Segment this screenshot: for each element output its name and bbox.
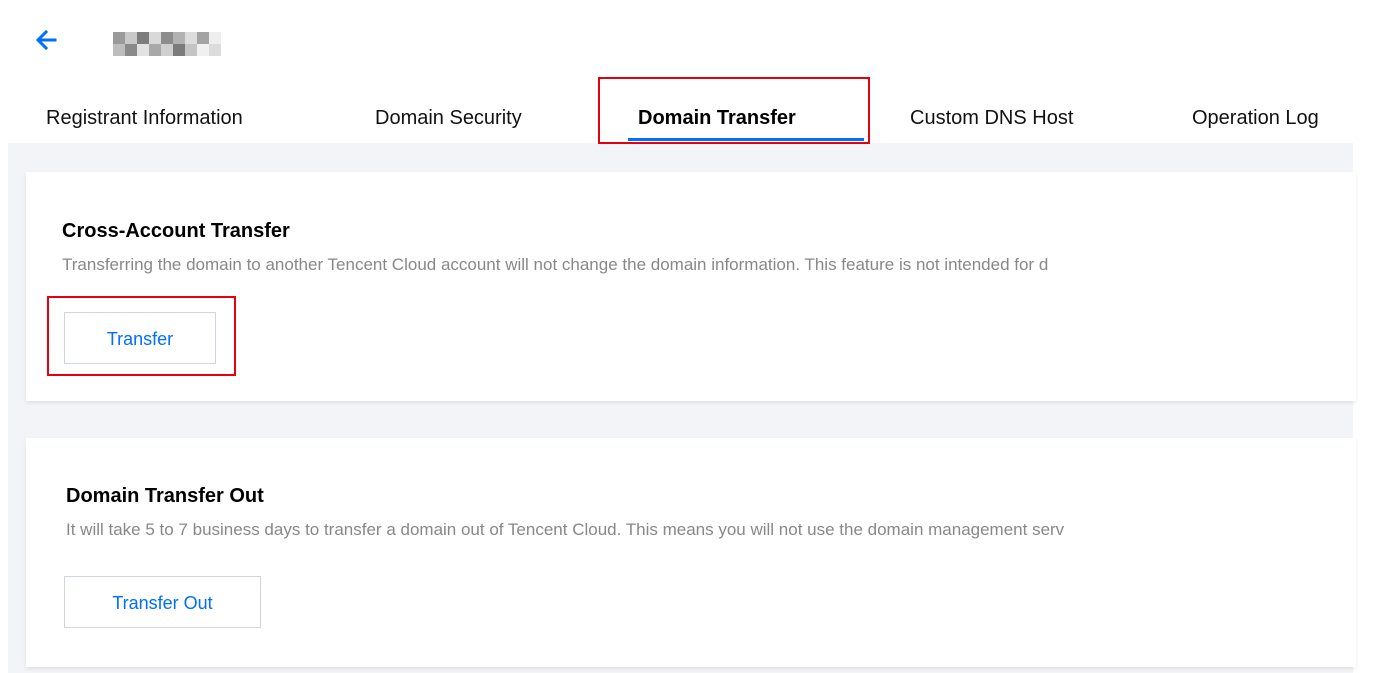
transfer-button[interactable]: Transfer xyxy=(64,312,216,364)
tab-bar: Registrant Information Domain Security D… xyxy=(8,88,1353,148)
tab-operation-log[interactable]: Operation Log xyxy=(1192,98,1319,138)
tab-custom-dns-host[interactable]: Custom DNS Host xyxy=(910,98,1073,138)
active-tab-indicator xyxy=(628,138,864,141)
tab-domain-transfer[interactable]: Domain Transfer xyxy=(638,98,796,138)
cross-account-transfer-title: Cross-Account Transfer xyxy=(62,220,290,242)
transfer-out-button[interactable]: Transfer Out xyxy=(64,576,261,628)
back-button[interactable] xyxy=(26,22,66,62)
cross-account-transfer-card: Cross-Account Transfer Transferring the … xyxy=(26,172,1356,401)
page-header: Registrant Information Domain Security D… xyxy=(8,8,1353,143)
cross-account-transfer-description: Transferring the domain to another Tence… xyxy=(62,255,1049,274)
domain-transfer-out-description: It will take 5 to 7 business days to tra… xyxy=(66,520,1065,539)
domain-transfer-out-card: Domain Transfer Out It will take 5 to 7 … xyxy=(26,438,1356,667)
tab-domain-security[interactable]: Domain Security xyxy=(375,98,522,138)
domain-name-pixelated xyxy=(113,32,221,56)
arrow-left-icon xyxy=(26,22,66,62)
domain-transfer-out-title: Domain Transfer Out xyxy=(66,485,264,507)
tab-registrant-information[interactable]: Registrant Information xyxy=(46,98,243,138)
